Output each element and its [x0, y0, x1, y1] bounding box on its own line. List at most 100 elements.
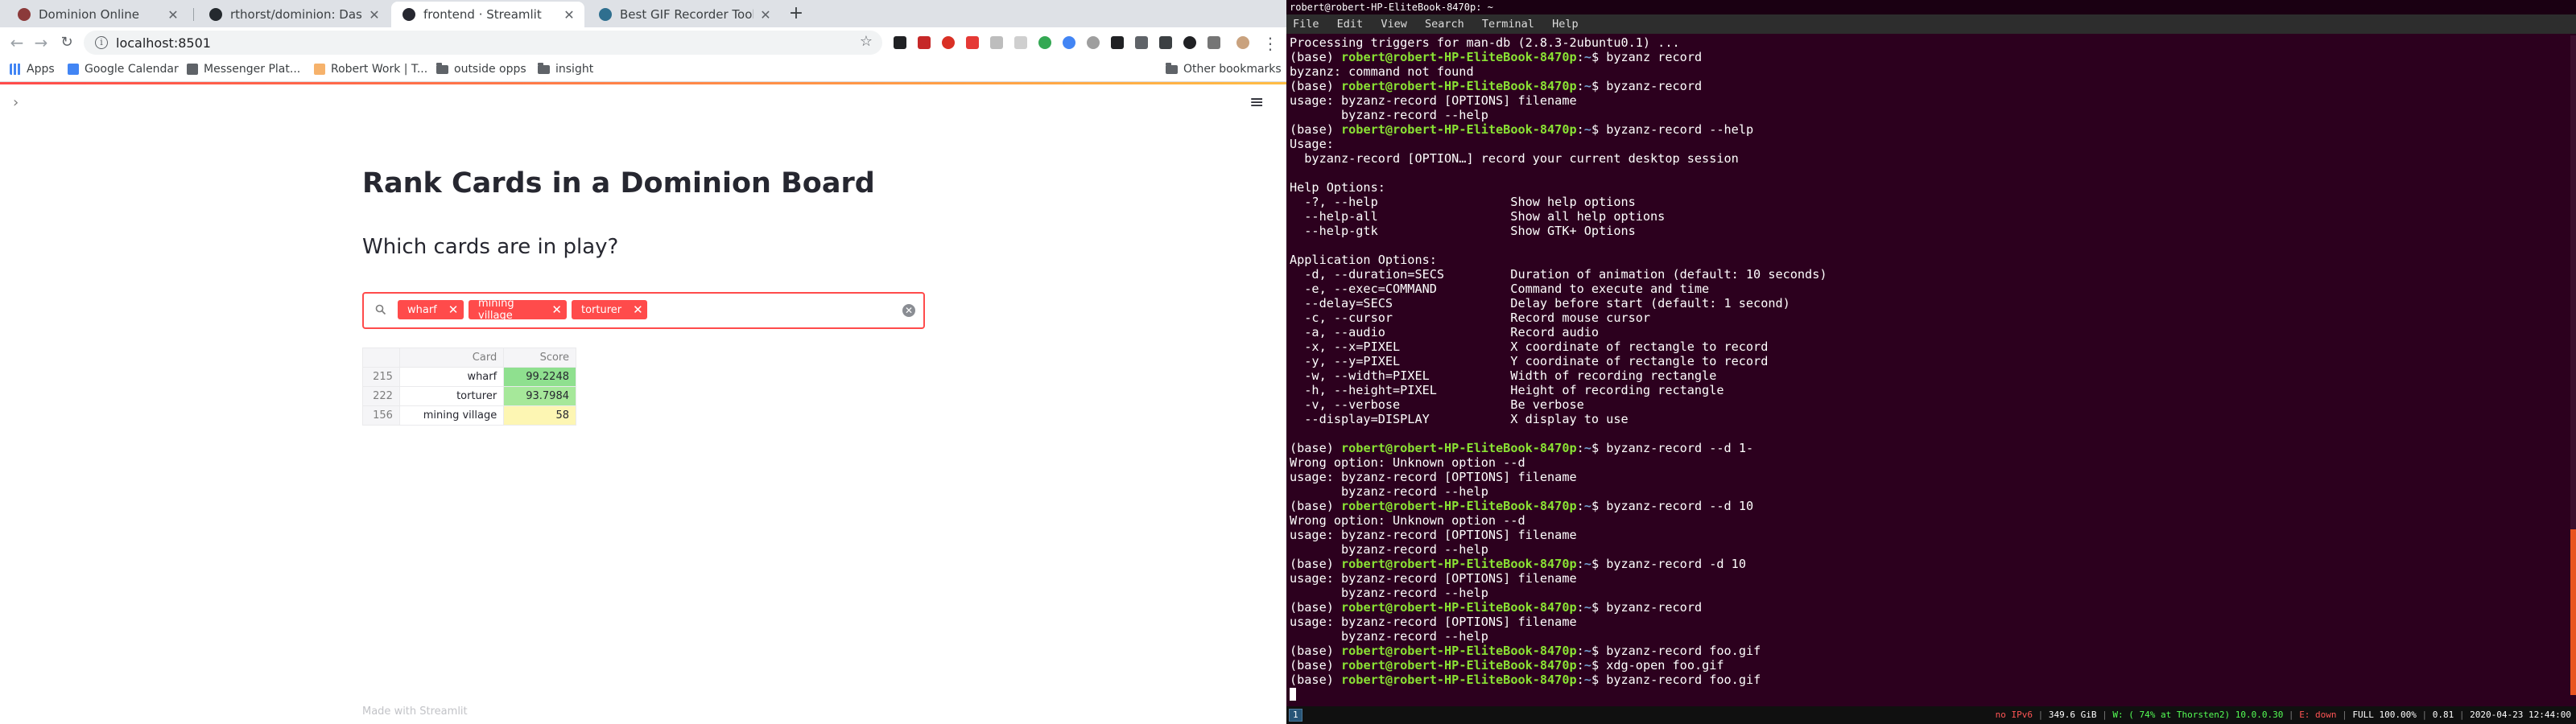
bookmark-label: Robert Work | T...: [331, 63, 428, 76]
close-icon[interactable]: ✕: [166, 7, 180, 23]
remove-chip-icon[interactable]: ✕: [448, 302, 459, 317]
prompt-path: ~: [1583, 79, 1591, 93]
ranking-dataframe[interactable]: Card Score 215 wharf 99.2248 222 torture…: [362, 348, 576, 426]
menu-terminal[interactable]: Terminal: [1482, 18, 1534, 31]
avatar[interactable]: [1236, 36, 1249, 49]
tab-gif-recorder[interactable]: Best GIF Recorder Tools for ✕: [588, 2, 781, 27]
terminal-window[interactable]: robert@robert-HP-EliteBook-8470p: ~ File…: [1286, 0, 2576, 724]
extension-icon[interactable]: [1135, 36, 1148, 49]
terminal-line: -v, --verbose Be verbose: [1290, 397, 1584, 412]
tab-streamlit-frontend[interactable]: frontend · Streamlit ✕: [391, 2, 584, 27]
terminal-line: (base) robert@robert-HP-EliteBook-8470p:…: [1290, 122, 2562, 137]
hamburger-menu-icon[interactable]: ≡: [1249, 93, 1264, 113]
new-tab-button[interactable]: +: [786, 3, 807, 24]
table-row: 156 mining village 58: [362, 405, 576, 426]
forward-arrow-icon[interactable]: →: [31, 32, 52, 53]
prompt-dollar: $: [1591, 673, 1607, 687]
prompt-path: ~: [1583, 600, 1591, 615]
prompt-separator: :: [1576, 557, 1584, 571]
terminal-line: byzanz-record --help: [1290, 484, 1488, 499]
status-bar: 1 no IPv6 | 349.6 GiB | W: ( 74% at Thor…: [1286, 706, 2576, 724]
terminal-line: byzanz-record --help: [1290, 108, 1488, 122]
close-icon[interactable]: ✕: [367, 7, 382, 23]
clear-all-icon[interactable]: ✕: [902, 304, 915, 317]
extension-icon[interactable]: [966, 36, 979, 49]
terminal-line: --help-all Show all help options: [1290, 209, 1666, 224]
bookmark-insight[interactable]: insight: [538, 62, 593, 76]
made-with-streamlit-link[interactable]: Made with Streamlit: [362, 705, 468, 718]
terminal-line: Help Options:: [1290, 180, 1385, 195]
prompt-user: robert@robert-HP-EliteBook-8470p: [1341, 79, 1577, 93]
status-segment: W: ( 74% at Thorsten2) 10.0.0.30: [2112, 710, 2284, 720]
tab-strip: Dominion Online ✕ rthorst/dominion: Dash…: [0, 0, 1286, 27]
menu-view[interactable]: View: [1381, 18, 1407, 31]
terminal-line: usage: byzanz-record [OPTIONS] filename: [1290, 528, 1577, 542]
column-header-card[interactable]: Card: [398, 348, 505, 368]
bookmark-apps[interactable]: Apps: [10, 63, 55, 76]
remove-chip-icon[interactable]: ✕: [633, 302, 643, 317]
prompt-user: robert@robert-HP-EliteBook-8470p: [1341, 122, 1577, 137]
reload-icon[interactable]: ↻: [56, 32, 77, 53]
menu-search[interactable]: Search: [1425, 18, 1464, 31]
menu-help[interactable]: Help: [1552, 18, 1579, 31]
back-arrow-icon[interactable]: ←: [6, 32, 27, 53]
menu-edit[interactable]: Edit: [1337, 18, 1364, 31]
bookmark-messenger[interactable]: Messenger Plat...: [187, 63, 300, 76]
selected-chip-mining-village[interactable]: mining village ✕: [469, 298, 567, 322]
close-icon[interactable]: ✕: [758, 7, 773, 23]
terminal-output: Processing triggers for man-db (2.8.3-2u…: [1290, 35, 2562, 701]
terminal-line: Wrong option: Unknown option --d: [1290, 513, 1525, 528]
extension-icon[interactable]: [1087, 36, 1100, 49]
selected-chip-torturer[interactable]: torturer ✕: [572, 300, 647, 319]
terminal-line: -x, --x=PIXEL X coordinate of rectangle …: [1290, 339, 1769, 354]
extension-icon[interactable]: [942, 36, 955, 49]
selected-chip-wharf[interactable]: wharf ✕: [398, 300, 464, 319]
extension-icon[interactable]: [918, 36, 931, 49]
prompt-user: robert@robert-HP-EliteBook-8470p: [1341, 441, 1577, 455]
other-bookmarks[interactable]: Other bookmarks: [1166, 62, 1282, 76]
terminal-line: --delay=SECS Delay before start (default…: [1290, 296, 1790, 311]
table-row: 222 torturer 93.7984: [362, 386, 576, 406]
extension-icon[interactable]: [1183, 36, 1196, 49]
terminal-line: -a, --audio Record audio: [1290, 325, 1600, 339]
site-info-icon[interactable]: i: [95, 36, 108, 49]
prompt-user: robert@robert-HP-EliteBook-8470p: [1341, 50, 1577, 64]
extension-icon[interactable]: [990, 36, 1003, 49]
terminal-line: usage: byzanz-record [OPTIONS] filename: [1290, 93, 1577, 108]
scrollbar-thumb[interactable]: [2570, 529, 2576, 695]
subheader: Which cards are in play?: [362, 235, 619, 259]
terminal-line: usage: byzanz-record [OPTIONS] filename: [1290, 571, 1577, 586]
folder-icon: [1166, 62, 1178, 74]
bookmark-star-icon[interactable]: ☆: [860, 33, 873, 50]
extension-icon[interactable]: [1038, 36, 1051, 49]
bookmark-label: Google Calendar: [85, 63, 179, 76]
tab-github-dominion[interactable]: rthorst/dominion: Dashboa ✕: [198, 2, 390, 27]
extension-icon[interactable]: [1063, 36, 1075, 49]
camera-icon[interactable]: [1208, 36, 1220, 49]
terminal-line: byzanz-record --help: [1290, 586, 1488, 600]
address-bar[interactable]: i localhost:8501 ☆: [84, 31, 882, 55]
chevron-right-icon[interactable]: ›: [13, 94, 19, 111]
more-menu-icon[interactable]: ⋮: [1262, 34, 1278, 53]
extension-icon[interactable]: [1159, 36, 1172, 49]
terminal-line: Processing triggers for man-db (2.8.3-2u…: [1290, 35, 1680, 50]
extension-icon[interactable]: [894, 36, 906, 49]
workspace-indicator[interactable]: 1: [1289, 709, 1302, 722]
remove-chip-icon[interactable]: ✕: [551, 302, 562, 317]
bookmark-google-calendar[interactable]: Google Calendar: [68, 63, 179, 76]
column-header-score[interactable]: Score: [503, 348, 576, 368]
extension-icon[interactable]: [1111, 36, 1124, 49]
tab-dominion-online[interactable]: Dominion Online ✕: [6, 2, 188, 27]
terminal-line: (base) robert@robert-HP-EliteBook-8470p:…: [1290, 441, 2562, 455]
prompt-env: (base): [1290, 122, 1342, 137]
chip-label: torturer: [581, 303, 622, 316]
extension-icon[interactable]: [1014, 36, 1027, 49]
bookmark-outside-opps[interactable]: outside opps: [436, 62, 526, 76]
bookmark-robert-work[interactable]: Robert Work | T...: [314, 63, 427, 76]
prompt-user: robert@robert-HP-EliteBook-8470p: [1341, 644, 1577, 658]
menu-file[interactable]: File: [1293, 18, 1319, 31]
card-multiselect[interactable]: wharf ✕ mining village ✕ torturer ✕ ✕: [362, 292, 925, 329]
close-icon[interactable]: ✕: [562, 7, 576, 23]
text-cursor: [1290, 688, 1296, 701]
terminal-line: -y, --y=PIXEL Y coordinate of rectangle …: [1290, 354, 1769, 368]
